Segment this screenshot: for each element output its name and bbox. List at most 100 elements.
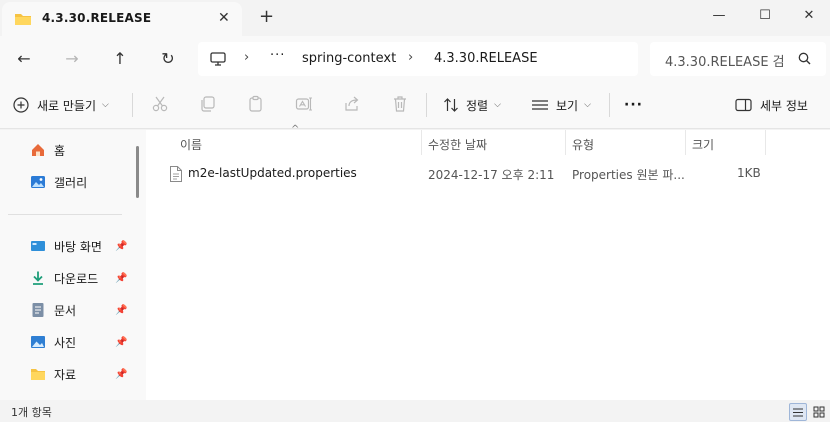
desktop-icon: [30, 238, 46, 254]
sidebar-item-label: 홈: [54, 143, 66, 158]
sidebar-item-pictures[interactable]: 사진: [30, 331, 76, 353]
sidebar-item-desktop[interactable]: 바탕 화면: [30, 235, 102, 257]
file-type: Properties 원본 파...: [572, 168, 685, 182]
share-icon[interactable]: [343, 95, 361, 116]
status-bar: 1개 항목: [0, 400, 830, 422]
file-size: 1KB: [737, 166, 761, 180]
minimize-button[interactable]: —: [696, 0, 742, 30]
file-modified: 2024-12-17 오후 2:11: [428, 168, 555, 182]
search-icon[interactable]: [798, 52, 811, 68]
sort-label: 정렬: [466, 98, 489, 113]
breadcrumb-current[interactable]: 4.3.30.RELEASE: [434, 51, 538, 66]
tiles-view-icon: [813, 406, 825, 418]
details-view-icon: [793, 407, 803, 417]
refresh-button[interactable]: ↻: [154, 45, 182, 71]
item-count: 1개 항목: [11, 406, 52, 419]
column-header-size[interactable]: 크기: [692, 133, 714, 155]
sidebar-item-label: 문서: [54, 303, 77, 318]
delete-icon[interactable]: [391, 95, 409, 116]
view-label: 보기: [556, 98, 579, 113]
sidebar-scrollbar[interactable]: [136, 146, 139, 198]
column-header-name[interactable]: 이름: [180, 133, 202, 155]
plus-circle-icon: [13, 97, 29, 113]
sidebar-item-label: 자료: [54, 367, 77, 382]
column-header-type[interactable]: 유형: [572, 133, 594, 155]
pin-icon[interactable]: 📌: [115, 241, 127, 252]
sidebar-item-gallery[interactable]: 갤러리: [30, 171, 87, 193]
view-button[interactable]: 보기 ⌵: [531, 94, 591, 116]
home-icon: [30, 142, 46, 158]
sidebar-item-label: 사진: [54, 335, 77, 350]
title-bar: 4.3.30.RELEASE ✕ + — ☐ ✕: [0, 0, 830, 36]
breadcrumb-separator: ›: [408, 50, 414, 65]
file-list: ^ 이름 수정한 날짜 유형 크기 m2e-lastUpdated.proper…: [146, 124, 830, 400]
sidebar-item-resources[interactable]: 자료: [30, 363, 76, 385]
rename-icon[interactable]: [295, 95, 313, 116]
file-name: m2e-lastUpdated.properties: [188, 166, 357, 180]
breadcrumb-separator: ›: [244, 50, 250, 65]
back-button[interactable]: ←: [10, 45, 38, 71]
column-divider[interactable]: [765, 130, 766, 155]
tiles-view-button[interactable]: [810, 403, 828, 421]
command-bar: 새로 만들기 ⌵ 정렬 ⌵ 보기 ⌵ ··· 세부 정보: [0, 81, 830, 129]
search-input[interactable]: 4.3.30.RELEASE 검: [665, 51, 785, 70]
details-view-button[interactable]: [789, 403, 807, 421]
monitor-icon: [210, 52, 226, 69]
toolbar-divider: [609, 93, 610, 117]
paste-icon[interactable]: [247, 95, 265, 116]
pin-icon[interactable]: 📌: [115, 305, 127, 316]
new-button[interactable]: 새로 만들기 ⌵: [13, 94, 109, 116]
pin-icon[interactable]: 📌: [115, 369, 127, 380]
sidebar-divider: [8, 214, 122, 215]
up-button[interactable]: ↑: [106, 45, 134, 71]
view-list-icon: [531, 98, 549, 112]
toolbar-divider: [426, 93, 427, 117]
navigation-pane: 홈 갤러리 바탕 화면 📌 다운로드 📌 문서 📌 사진 📌 자료 📌: [0, 130, 146, 400]
chevron-down-icon: ⌵: [584, 100, 591, 110]
pin-icon[interactable]: 📌: [115, 273, 127, 284]
new-button-label: 새로 만들기: [37, 98, 97, 113]
toolbar-divider: [132, 93, 133, 117]
sidebar-item-label: 바탕 화면: [54, 239, 102, 254]
breadcrumb-overflow-button[interactable]: ···: [270, 48, 285, 63]
search-box[interactable]: 4.3.30.RELEASE 검: [650, 42, 826, 76]
sort-ascending-icon: ^: [291, 124, 300, 135]
download-icon: [30, 270, 46, 286]
new-tab-button[interactable]: +: [259, 6, 274, 27]
maximize-button[interactable]: ☐: [742, 0, 788, 30]
address-row: ← → ↑ ↻ › ··· spring-context › 4.3.30.RE…: [0, 36, 830, 81]
column-divider[interactable]: [685, 130, 686, 155]
cut-icon[interactable]: [151, 95, 169, 116]
sidebar-item-home[interactable]: 홈: [30, 139, 65, 161]
tab-title: 4.3.30.RELEASE: [42, 11, 152, 25]
sidebar-item-label: 갤러리: [54, 175, 88, 190]
chevron-down-icon: ⌵: [494, 100, 501, 110]
close-window-button[interactable]: ✕: [786, 0, 830, 30]
file-icon: [169, 166, 183, 185]
folder-icon: [30, 366, 46, 382]
column-header-modified[interactable]: 수정한 날짜: [428, 133, 487, 155]
address-bar[interactable]: › ··· spring-context › 4.3.30.RELEASE: [198, 42, 638, 76]
column-divider[interactable]: [565, 130, 566, 155]
table-row[interactable]: m2e-lastUpdated.properties 2024-12-17 오후…: [166, 162, 761, 185]
pin-icon[interactable]: 📌: [115, 337, 127, 348]
copy-icon[interactable]: [199, 95, 217, 116]
sort-button[interactable]: 정렬 ⌵: [443, 94, 501, 116]
forward-button[interactable]: →: [58, 45, 86, 71]
details-label: 세부 정보: [760, 98, 808, 113]
tab-active[interactable]: 4.3.30.RELEASE ✕: [2, 2, 242, 36]
details-button[interactable]: 세부 정보: [735, 94, 808, 116]
tab-close-icon[interactable]: ✕: [218, 10, 230, 26]
folder-icon: [14, 11, 32, 30]
column-divider[interactable]: [421, 130, 422, 155]
document-icon: [30, 302, 46, 318]
breadcrumb-spring-context[interactable]: spring-context: [302, 51, 396, 66]
sort-icon: [443, 97, 459, 113]
more-options-button[interactable]: ···: [624, 94, 643, 116]
gallery-icon: [30, 174, 46, 190]
sidebar-item-downloads[interactable]: 다운로드: [30, 267, 98, 289]
sidebar-item-documents[interactable]: 문서: [30, 299, 76, 321]
details-pane-icon: [735, 98, 752, 112]
chevron-down-icon: ⌵: [102, 100, 109, 110]
sidebar-item-label: 다운로드: [54, 271, 99, 286]
